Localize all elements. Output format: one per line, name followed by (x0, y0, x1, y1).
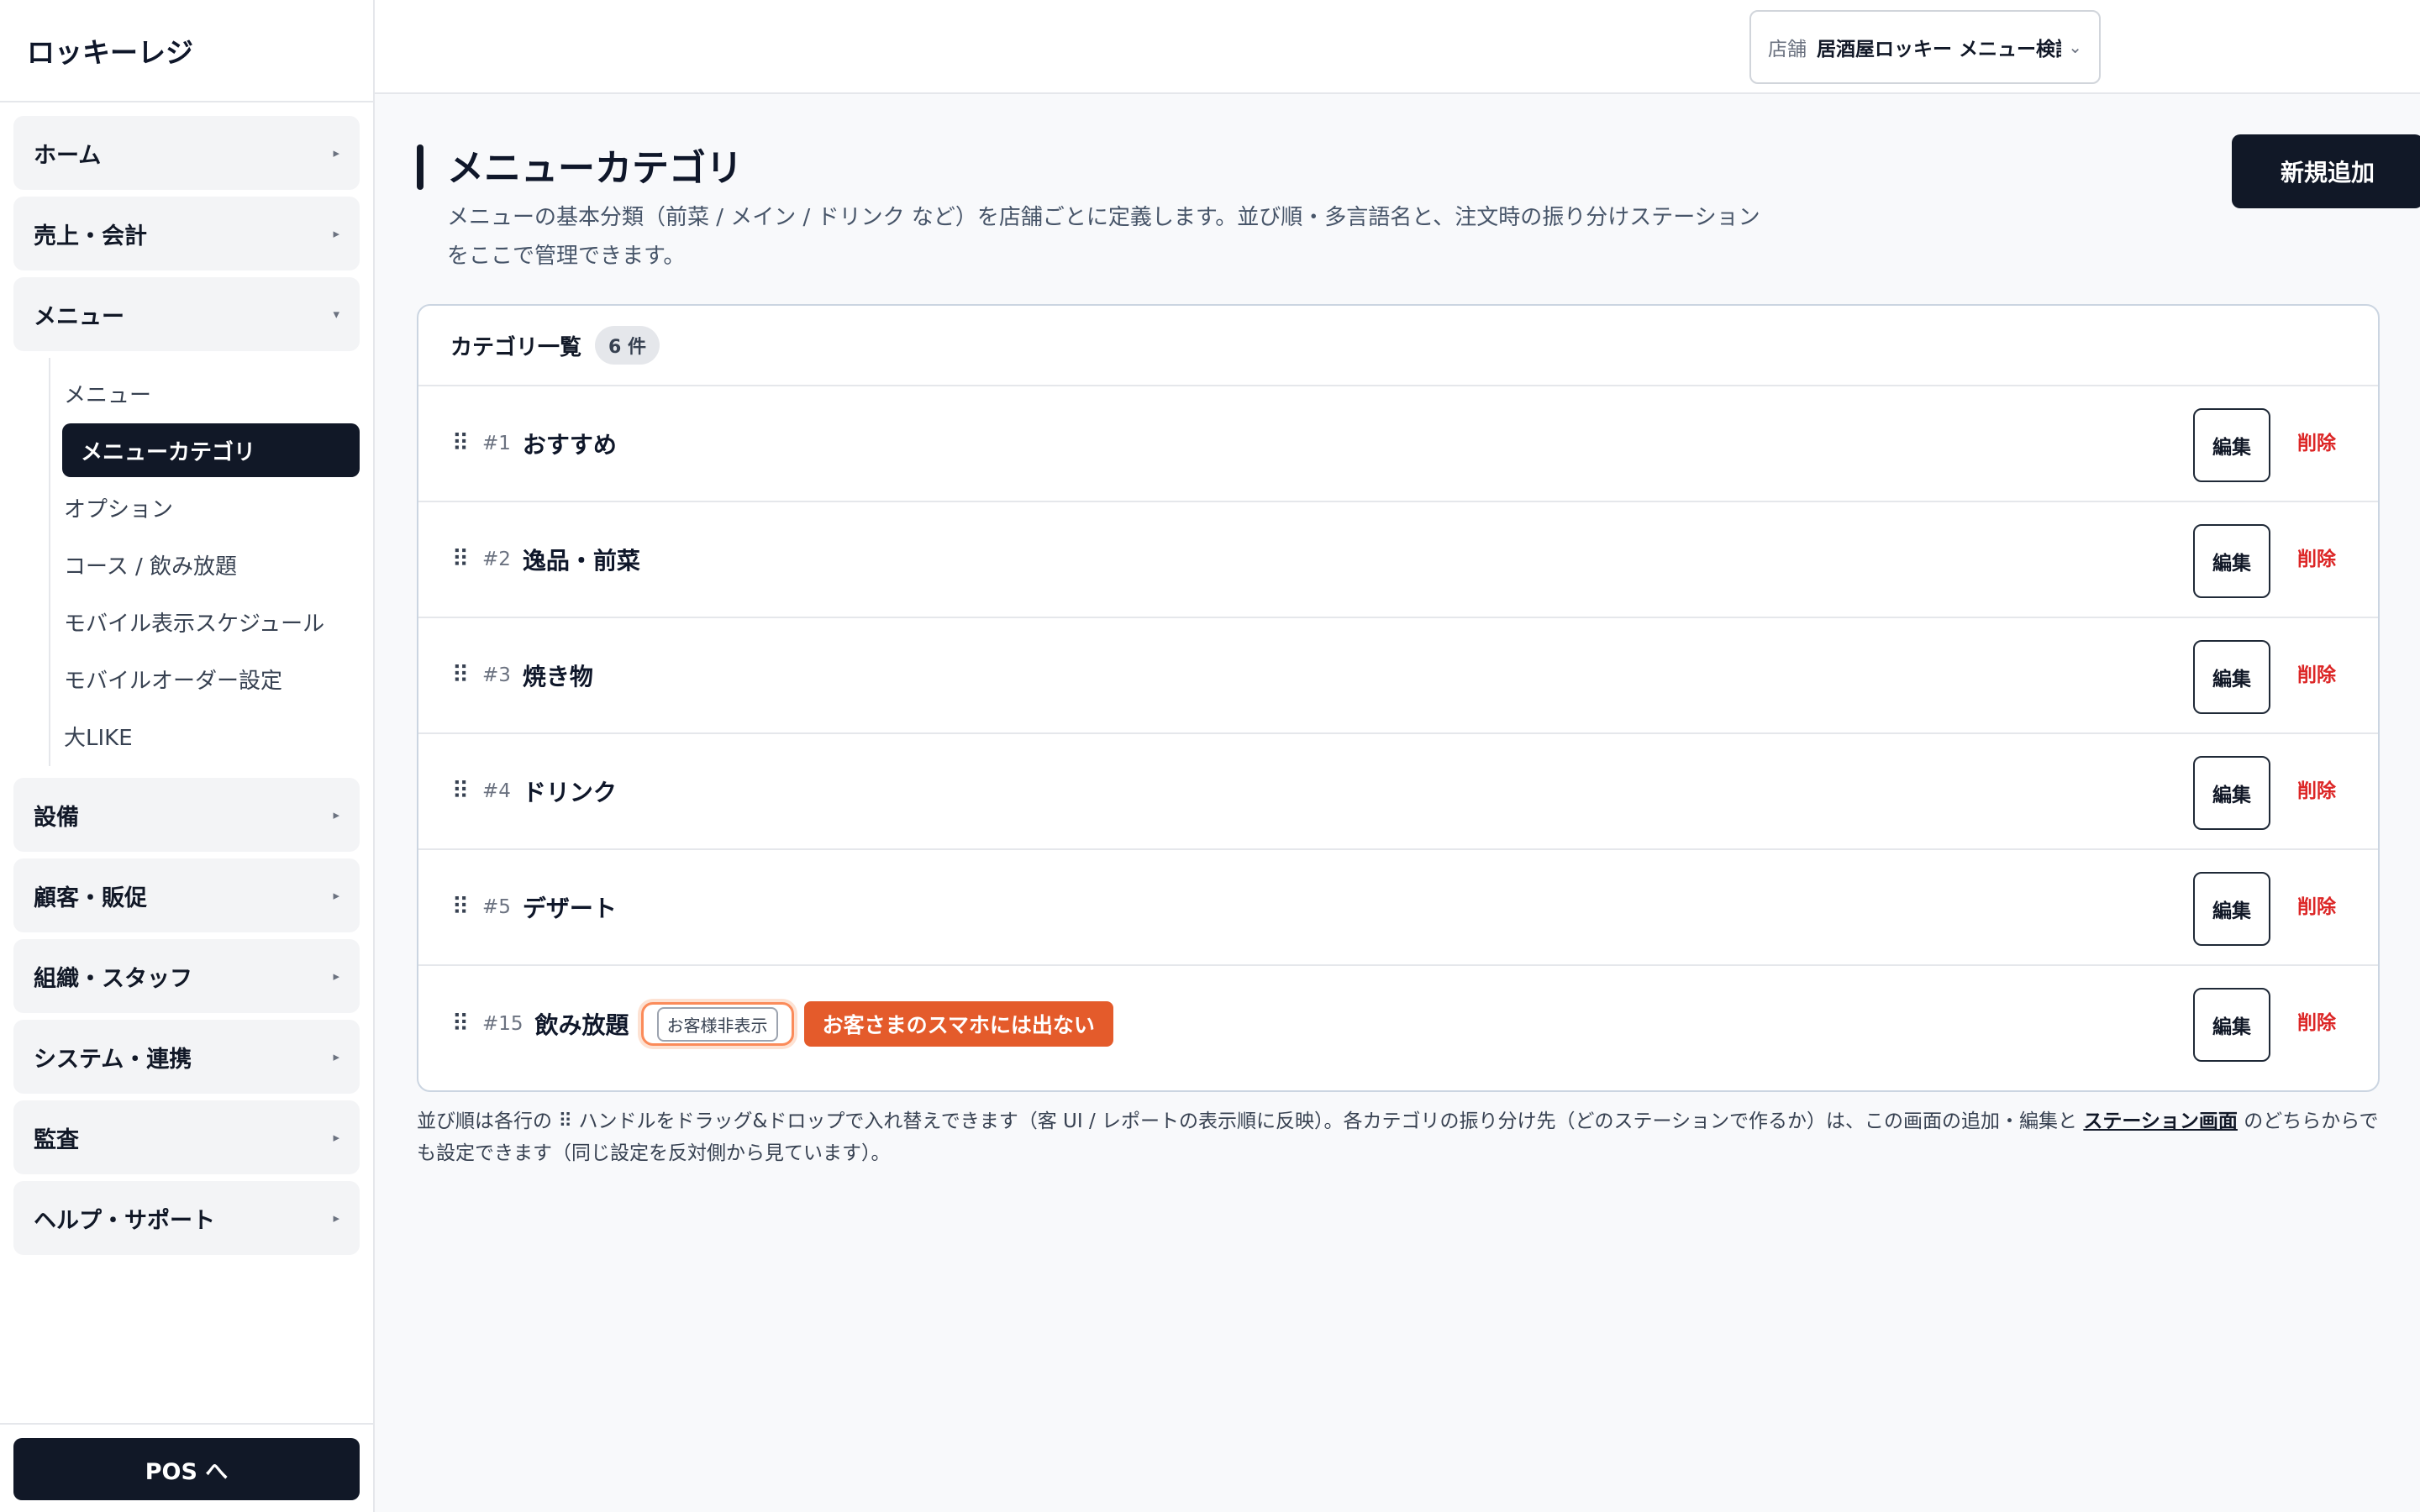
delete-button[interactable]: 削除 (2297, 774, 2336, 803)
category-list-header: カテゴリ一覧 6 件 (418, 306, 2378, 386)
edit-button[interactable]: 編集 (2193, 756, 2270, 830)
delete-button[interactable]: 削除 (2297, 543, 2336, 571)
count-badge: 6 件 (595, 326, 660, 365)
category-order: #2 (482, 549, 511, 570)
edit-button[interactable]: 編集 (2193, 524, 2270, 598)
category-name: 逸品・前菜 (522, 547, 640, 575)
category-row: ⠿ #4 ドリンク 編集 削除 (418, 734, 2378, 850)
drag-handle-icon[interactable]: ⠿ (452, 664, 470, 687)
title-accent-bar (417, 144, 424, 190)
nav-group-label: 設備 (34, 804, 79, 831)
page-title: メニューカテゴリ (447, 147, 743, 190)
category-order: #3 (482, 664, 511, 686)
add-new-button[interactable]: 新規追加 (2232, 134, 2420, 208)
caret-right-icon: ▸ (333, 807, 339, 822)
page-description: メニューの基本分類（前菜 / メイン / ドリンク など）を店舗ごとに定義します… (447, 205, 1760, 269)
edit-button[interactable]: 編集 (2193, 640, 2270, 714)
category-order: #4 (482, 780, 511, 802)
caret-right-icon: ▸ (333, 226, 339, 241)
category-order: #1 (482, 433, 511, 454)
caret-right-icon: ▸ (333, 1130, 339, 1145)
category-name: 焼き物 (522, 663, 593, 690)
main-content: メニューカテゴリ メニューの基本分類（前菜 / メイン / ドリンク など）を店… (375, 94, 2420, 1512)
nav-group-label: 組織・スタッフ (34, 965, 192, 992)
delete-button[interactable]: 削除 (2297, 890, 2336, 919)
sidebar-item-menu-category[interactable]: メニューカテゴリ (62, 423, 360, 477)
category-row: ⠿ #1 おすすめ 編集 削除 (418, 386, 2378, 502)
drag-handle-icon[interactable]: ⠿ (452, 1012, 470, 1036)
nav-group-label: 売上・会計 (34, 223, 147, 249)
drag-handle-icon[interactable]: ⠿ (452, 548, 470, 571)
nav-group-label: ヘルプ・サポート (34, 1207, 215, 1234)
store-select-label: 店舗 (1768, 39, 1807, 60)
edit-button[interactable]: 編集 (2193, 408, 2270, 482)
delete-button[interactable]: 削除 (2297, 659, 2336, 687)
drag-handle-icon[interactable]: ⠿ (452, 780, 470, 803)
category-name: 飲み放題 (534, 1011, 629, 1039)
category-row: ⠿ #5 デザート 編集 削除 (418, 850, 2378, 966)
category-name: デザート (522, 895, 617, 922)
help-note-text: 並び順は各行の ⠿ ハンドルをドラッグ&ドロップで入れ替えできます（客 UI /… (417, 1110, 2084, 1132)
drag-handle-icon[interactable]: ⠿ (452, 432, 470, 455)
chevron-down-icon: ⌄ (2068, 37, 2082, 57)
sidebar: ロッキーレジ ホーム ▸ 売上・会計 ▸ メニュー ▾ メニュー メニューカテゴ… (0, 0, 375, 1512)
nav-group-customers[interactable]: 顧客・販促 ▸ (13, 858, 360, 932)
station-screen-link[interactable]: ステーション画面 (2083, 1110, 2238, 1132)
delete-button[interactable]: 削除 (2297, 1006, 2336, 1035)
nav-group-help[interactable]: ヘルプ・サポート ▸ (13, 1181, 360, 1255)
hidden-status-badge: お客様非表示 (640, 1002, 794, 1046)
caret-right-icon: ▸ (333, 969, 339, 984)
sidebar-item-menu[interactable]: メニュー (32, 366, 360, 420)
nav-group-label: 監査 (34, 1126, 79, 1153)
nav-group-organization[interactable]: 組織・スタッフ ▸ (13, 939, 360, 1013)
nav-group-home[interactable]: ホーム ▸ (13, 116, 360, 190)
sidebar-item-course[interactable]: コース / 飲み放題 (32, 538, 360, 591)
hidden-badge-label: お客様非表示 (656, 1006, 778, 1042)
category-row: ⠿ #15 飲み放題 お客様非表示 お客さまのスマホには出ない 編集 削除 (418, 966, 2378, 1082)
category-order: #5 (482, 896, 511, 918)
top-bar: 店舗 居酒屋ロッキー メニュー検証店 ⌄ (375, 0, 2420, 94)
pos-footer: POS へ (0, 1423, 373, 1512)
pos-button[interactable]: POS へ (13, 1438, 360, 1500)
category-row: ⠿ #2 逸品・前菜 編集 削除 (418, 502, 2378, 618)
nav-group-menu[interactable]: メニュー ▾ (13, 277, 360, 351)
brand-logo: ロッキーレジ (0, 0, 373, 102)
sidebar-item-mobile-order[interactable]: モバイルオーダー設定 (32, 652, 360, 706)
category-row: ⠿ #3 焼き物 編集 削除 (418, 618, 2378, 734)
edit-button[interactable]: 編集 (2193, 988, 2270, 1062)
nav-group-label: システム・連携 (34, 1046, 192, 1073)
annotation-badge: お客さまのスマホには出ない (803, 1001, 1113, 1047)
category-list-title: カテゴリ一覧 (450, 334, 582, 360)
category-name: ドリンク (522, 779, 617, 806)
sidebar-item-mobile-schedule[interactable]: モバイル表示スケジュール (32, 595, 360, 648)
edit-button[interactable]: 編集 (2193, 872, 2270, 946)
nav-group-audit[interactable]: 監査 ▸ (13, 1100, 360, 1174)
nav-group-label: 顧客・販促 (34, 885, 147, 911)
nav-group-system[interactable]: システム・連携 ▸ (13, 1020, 360, 1094)
store-select[interactable]: 店舗 居酒屋ロッキー メニュー検証店 ⌄ (1749, 10, 2101, 84)
sidebar-nav: ホーム ▸ 売上・会計 ▸ メニュー ▾ メニュー メニューカテゴリ オプション… (0, 102, 373, 1255)
caret-down-icon: ▾ (333, 307, 339, 322)
sidebar-item-options[interactable]: オプション (32, 480, 360, 534)
category-order: #15 (482, 1013, 523, 1035)
nav-group-label: ホーム (34, 142, 102, 169)
sidebar-item-like[interactable]: 大LIKE (32, 709, 360, 763)
caret-right-icon: ▸ (333, 1049, 339, 1064)
delete-button[interactable]: 削除 (2297, 427, 2336, 455)
store-select-value: 居酒屋ロッキー メニュー検証店 (1817, 39, 2061, 60)
help-note: 並び順は各行の ⠿ ハンドルをドラッグ&ドロップで入れ替えできます（客 UI /… (417, 1105, 2383, 1169)
caret-right-icon: ▸ (333, 145, 339, 160)
menu-sub-list: メニュー メニューカテゴリ オプション コース / 飲み放題 モバイル表示スケジ… (13, 358, 360, 771)
category-list-card: カテゴリ一覧 6 件 ⠿ #1 おすすめ 編集 削除 ⠿ #2 逸品・前菜 編集… (417, 304, 2380, 1092)
nav-group-label: メニュー (34, 303, 124, 330)
caret-right-icon: ▸ (333, 1210, 339, 1226)
category-name: おすすめ (522, 431, 617, 459)
drag-handle-icon[interactable]: ⠿ (452, 895, 470, 919)
caret-right-icon: ▸ (333, 888, 339, 903)
nav-group-sales[interactable]: 売上・会計 ▸ (13, 197, 360, 270)
nav-group-equipment[interactable]: 設備 ▸ (13, 778, 360, 852)
